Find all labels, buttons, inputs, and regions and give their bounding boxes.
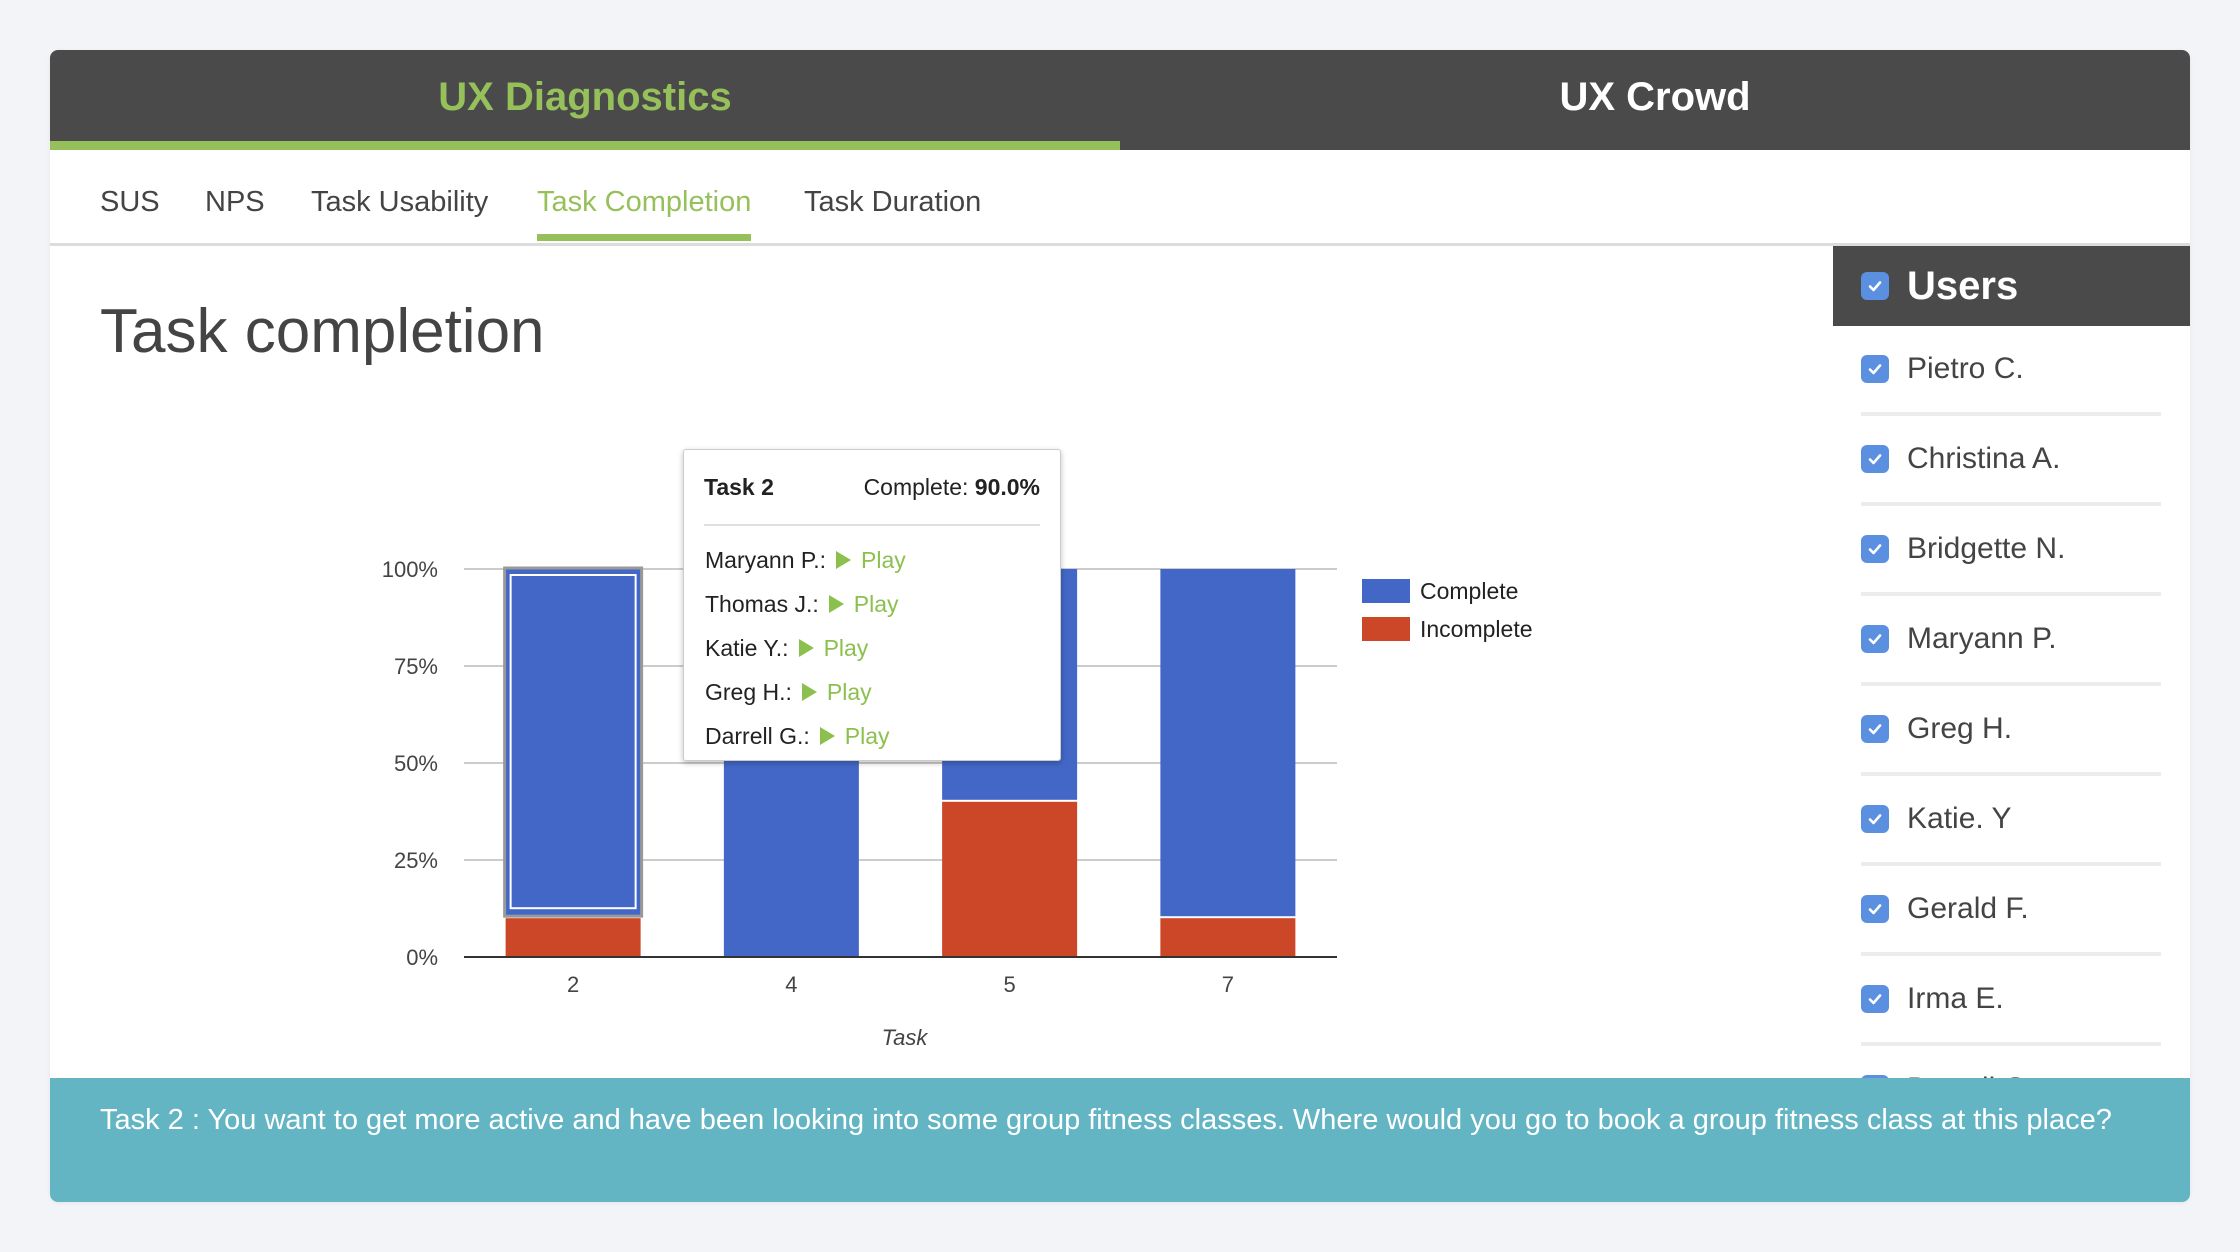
- play-icon: [801, 683, 817, 701]
- user-checkbox[interactable]: [1861, 895, 1889, 923]
- x-tick-label: 5: [1004, 972, 1016, 997]
- y-axis-ticks: 0% 25% 50% 75% 100%: [382, 557, 438, 970]
- user-checkbox[interactable]: [1861, 985, 1889, 1013]
- check-icon: [1868, 281, 1882, 292]
- user-list-item[interactable]: Pietro C.: [1861, 326, 2161, 416]
- user-checkbox[interactable]: [1861, 715, 1889, 743]
- users-title: Users: [1907, 263, 2019, 308]
- user-checkbox[interactable]: [1861, 535, 1889, 563]
- play-button[interactable]: Play: [798, 634, 869, 662]
- tooltip-complete-label: Complete:: [863, 474, 969, 500]
- task-description-banner: Task 2 : You want to get more active and…: [50, 1078, 2190, 1202]
- users-list: Pietro C. Christina A. Bridgette N. Maryann…: [1833, 326, 2190, 1128]
- user-checkbox[interactable]: [1861, 625, 1889, 653]
- play-button[interactable]: Play: [819, 722, 890, 750]
- select-all-checkbox[interactable]: [1861, 272, 1889, 300]
- bar-incomplete: [1160, 918, 1296, 957]
- tooltip-rows: Maryann P.: Play Thomas J.: Play Katie Y.: Pl…: [705, 538, 906, 758]
- user-list-item[interactable]: Christina A.: [1861, 416, 2161, 506]
- play-button[interactable]: Play: [836, 547, 906, 574]
- legend-swatch-complete: [1362, 579, 1410, 603]
- chart-legend: Complete Incomplete: [1362, 578, 1533, 642]
- x-axis-label: Task: [882, 1025, 929, 1050]
- play-label: Play: [826, 678, 872, 705]
- tooltip-user-name: Maryann P.:: [705, 546, 827, 573]
- check-icon: [1868, 364, 1882, 375]
- dashboard-card: UX Diagnostics UX Crowd SUS NPS Task Usa…: [50, 50, 2190, 1202]
- tooltip-header: Task 2 Complete: 90.0%: [704, 474, 1040, 526]
- play-button[interactable]: Play: [801, 678, 872, 706]
- tooltip-row: Katie Y.: Play: [705, 626, 906, 670]
- user-name: Bridgette N.: [1907, 532, 2066, 565]
- legend-label-incomplete: Incomplete: [1420, 616, 1533, 642]
- play-icon: [836, 551, 852, 569]
- y-tick-label: 50%: [394, 751, 438, 776]
- user-list-item[interactable]: Gerald F.: [1861, 866, 2161, 956]
- bar-incomplete: [942, 801, 1078, 957]
- tooltip-title: Task 2: [704, 474, 774, 500]
- play-label: Play: [861, 546, 906, 573]
- legend-label-complete: Complete: [1420, 578, 1518, 604]
- play-icon: [819, 727, 835, 745]
- users-header: Users: [1833, 246, 2190, 326]
- y-tick-label: 100%: [382, 557, 438, 582]
- bar-complete: [1160, 569, 1296, 917]
- bar-complete: [505, 569, 641, 917]
- tooltip-complete: Complete: 90.0%: [864, 474, 1040, 524]
- user-checkbox[interactable]: [1861, 445, 1889, 473]
- user-checkbox[interactable]: [1861, 805, 1889, 833]
- tooltip-row: Greg H.: Play: [705, 670, 906, 714]
- y-tick-label: 25%: [394, 848, 438, 873]
- user-list-item[interactable]: Maryann P.: [1861, 596, 2161, 686]
- check-icon: [1868, 904, 1882, 915]
- play-icon: [828, 595, 844, 613]
- user-name: Katie. Y: [1907, 802, 2012, 835]
- user-list-item[interactable]: Bridgette N.: [1861, 506, 2161, 596]
- tooltip-user-name: Greg H.:: [705, 678, 792, 705]
- y-tick-label: 75%: [394, 654, 438, 679]
- bar-incomplete: [505, 918, 641, 957]
- y-tick-label: 0%: [406, 945, 438, 970]
- x-axis-ticks: 2 4 5 7: [567, 972, 1234, 997]
- user-list-item[interactable]: Katie. Y: [1861, 776, 2161, 866]
- check-icon: [1868, 454, 1882, 465]
- tooltip-row: Darrell G.: Play: [705, 714, 906, 758]
- user-list-item[interactable]: Greg H.: [1861, 686, 2161, 776]
- play-label: Play: [853, 590, 899, 617]
- check-icon: [1868, 814, 1882, 825]
- play-label: Play: [823, 634, 869, 661]
- users-sidebar: Users Pietro C. Christina A. Bridgette N. M…: [1833, 246, 2190, 1128]
- user-list-item[interactable]: Irma E.: [1861, 956, 2161, 1046]
- check-icon: [1868, 634, 1882, 645]
- user-name: Irma E.: [1907, 982, 2004, 1015]
- play-label: Play: [844, 722, 890, 749]
- tooltip-row: Thomas J.: Play: [705, 582, 906, 626]
- play-icon: [798, 639, 814, 657]
- tooltip-user-name: Katie Y.:: [705, 634, 789, 661]
- user-name: Maryann P.: [1907, 622, 2057, 655]
- legend-swatch-incomplete: [1362, 617, 1410, 641]
- x-tick-label: 4: [785, 972, 797, 997]
- tooltip-user-name: Darrell G.:: [705, 722, 810, 749]
- check-icon: [1868, 994, 1882, 1005]
- user-name: Gerald F.: [1907, 892, 2029, 925]
- tooltip-complete-value: 90.0%: [974, 474, 1040, 500]
- chart-tooltip: Task 2 Complete: 90.0% Maryann P.: Play Th…: [683, 449, 1061, 761]
- play-button[interactable]: Play: [828, 590, 899, 618]
- user-name: Greg H.: [1907, 712, 2013, 745]
- x-tick-label: 7: [1222, 972, 1234, 997]
- tooltip-row: Maryann P.: Play: [705, 538, 906, 582]
- user-checkbox[interactable]: [1861, 355, 1889, 383]
- check-icon: [1868, 544, 1882, 555]
- tooltip-user-name: Thomas J.:: [705, 590, 819, 617]
- user-name: Pietro C.: [1907, 352, 2024, 385]
- check-icon: [1868, 724, 1882, 735]
- x-tick-label: 2: [567, 972, 579, 997]
- user-name: Christina A.: [1907, 442, 2061, 475]
